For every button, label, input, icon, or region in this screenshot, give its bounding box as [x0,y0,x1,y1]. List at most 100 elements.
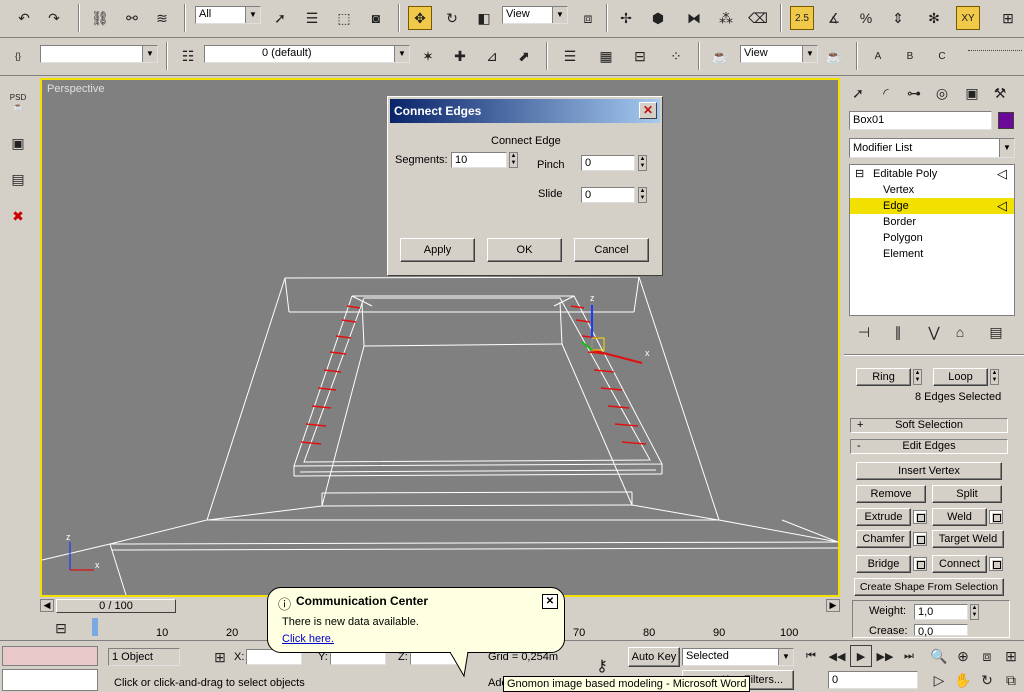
eraser-icon[interactable]: ⌫ [746,6,770,30]
layer-c-icon[interactable]: C [930,44,954,68]
weld-button[interactable]: Weld [932,508,987,526]
go-to-end-icon[interactable]: ⏭ [898,645,920,667]
slide-spinner[interactable]: ▲ ▼ [638,187,647,203]
reference-coordinate-dropdown[interactable]: View ▼ [502,6,568,24]
soft-selection-rollout[interactable]: + Soft Selection [850,418,1008,433]
snap-toggle-icon[interactable]: 2.5 [790,6,814,30]
maxscript-listener[interactable] [2,646,98,666]
selection-filter-dropdown[interactable]: All ▼ [195,6,261,24]
zoom-all-icon[interactable]: ⊕ [952,645,974,667]
stack-item-edge[interactable]: Edge ◁ [850,198,1014,214]
modify-tab-icon[interactable]: ◜ [874,81,898,105]
stack-item-editable-poly[interactable]: ⊟ Editable Poly ◁ [850,166,1014,182]
zoom-extents-all-icon[interactable]: ⊞ [1000,645,1022,667]
time-prev-icon[interactable]: ◀ [40,599,54,612]
extrude-settings-icon[interactable] [913,510,927,524]
ring-button[interactable]: Ring [856,368,911,386]
render-scene-icon[interactable]: ☕ [708,44,732,68]
ring-spinner[interactable]: ▲ ▼ [913,369,922,385]
key-mode-icon[interactable]: ⚷ [588,655,616,677]
array-icon[interactable]: ⁂ [714,6,738,30]
object-color-swatch[interactable] [998,112,1014,129]
balloon-link[interactable]: Click here. [282,633,334,645]
create-layer-icon[interactable]: ✶ [416,44,440,68]
time-slider-thumb[interactable]: 0 / 100 [56,599,176,613]
render-view-dropdown[interactable]: View ▼ [740,45,818,63]
create-shape-from-selection-button[interactable]: Create Shape From Selection [854,578,1004,596]
transform-gizmo-icon[interactable]: ⊞ [996,6,1020,30]
layer-dropdown[interactable]: 0 (default) ▼ [204,45,410,63]
modifier-list-dropdown[interactable]: Modifier List ▼ [849,138,1015,158]
zoom-extents-icon[interactable]: ⧈ [976,645,998,667]
configure-sets-icon[interactable]: ▤ [986,322,1006,342]
remove-modifier-icon[interactable]: ⌂ [950,322,970,342]
select-by-name-icon[interactable]: ☰ [300,6,324,30]
insert-vertex-button[interactable]: Insert Vertex [856,462,1002,480]
selection-lock-icon[interactable]: ⊞ [210,647,230,667]
collapse-icon[interactable]: ⊟ [855,167,864,180]
stack-item-border[interactable]: Border [850,214,1014,230]
quick-render-icon[interactable]: ☕ [822,44,846,68]
loop-button[interactable]: Loop [933,368,988,386]
field-of-view-icon[interactable]: ▷ [928,669,950,691]
weight-spinner[interactable]: ▲ ▼ [970,604,979,620]
balloon-close-icon[interactable]: ✕ [542,594,558,609]
pin-stack-icon[interactable]: ⊣ [854,322,874,342]
crease-field[interactable]: 0,0 [914,624,968,638]
named-selection-dropdown[interactable]: ▼ [40,45,158,63]
no-psd-icon[interactable]: ✖ [5,202,31,230]
segments-field[interactable]: 10 [451,152,507,168]
manipulate-icon[interactable]: ✢ [614,6,638,30]
show-end-result-icon[interactable]: ∥ [888,322,908,342]
previous-frame-icon[interactable]: ◀◀ [826,645,848,667]
material-editor-icon[interactable]: ⁘ [664,44,688,68]
ok-button[interactable]: OK [487,238,562,262]
pinch-field[interactable]: 0 [581,155,635,171]
zoom-icon[interactable]: 🔍 [928,645,950,667]
percent-snap-icon[interactable]: % [854,6,878,30]
redo-icon[interactable]: ↷ [42,6,66,30]
maximize-viewport-icon[interactable]: ⧉ [1000,669,1022,691]
select-object-icon[interactable]: ➚ [268,6,292,30]
loop-spinner[interactable]: ▲ ▼ [990,369,999,385]
apply-button[interactable]: Apply [400,238,475,262]
connect-button[interactable]: Connect [932,555,987,573]
axis-constraint-icon[interactable]: XY [956,6,980,30]
maxscript-input[interactable] [2,669,98,691]
select-and-scale-icon[interactable]: ◧ [472,6,496,30]
curve-editor-icon[interactable]: ▦ [594,44,618,68]
create-tab-icon[interactable]: ➚ [846,81,870,105]
rectangular-selection-icon[interactable]: ⬚ [332,6,356,30]
utilities-tab-icon[interactable]: ⚒ [988,81,1012,105]
abc-icon[interactable]: {} [6,44,30,68]
bridge-settings-icon[interactable] [913,557,927,571]
edit-edges-rollout[interactable]: - Edit Edges [850,439,1008,454]
bind-space-warp-icon[interactable]: ≋ [150,6,174,30]
script-icon[interactable]: ▤ [5,166,31,192]
motion-tab-icon[interactable]: ◎ [930,81,954,105]
extrude-button[interactable]: Extrude [856,508,911,526]
link-icon[interactable]: ⛓ [88,6,112,30]
remove-button[interactable]: Remove [856,485,926,503]
add-to-layer-icon[interactable]: ✚ [448,44,472,68]
weld-settings-icon[interactable] [989,510,1003,524]
time-next-icon[interactable]: ▶ [826,599,840,612]
schematic-view-icon[interactable]: ⊟ [628,44,652,68]
mirror-icon[interactable]: ⧓ [682,6,706,30]
preview-icon[interactable]: ▣ [5,130,31,156]
segments-spinner[interactable]: ▲ ▼ [509,152,518,168]
layers-icon[interactable]: ☰ [558,44,582,68]
arc-rotate-icon[interactable]: ↻ [976,669,998,691]
display-tab-icon[interactable]: ▣ [960,81,984,105]
target-weld-button[interactable]: Target Weld [932,530,1004,548]
layer-manager-icon[interactable]: ☷ [176,44,200,68]
current-frame-field[interactable]: 0 [828,671,918,689]
window-crossing-icon[interactable]: ◙ [364,6,388,30]
cancel-button[interactable]: Cancel [574,238,649,262]
next-frame-icon[interactable]: ▶▶ [874,645,896,667]
hierarchy-tab-icon[interactable]: ⊶ [902,81,926,105]
undo-icon[interactable]: ↶ [12,6,36,30]
make-unique-icon[interactable]: ⋁ [924,322,944,342]
layer-a-icon[interactable]: A [866,44,890,68]
layer-b-icon[interactable]: B [898,44,922,68]
